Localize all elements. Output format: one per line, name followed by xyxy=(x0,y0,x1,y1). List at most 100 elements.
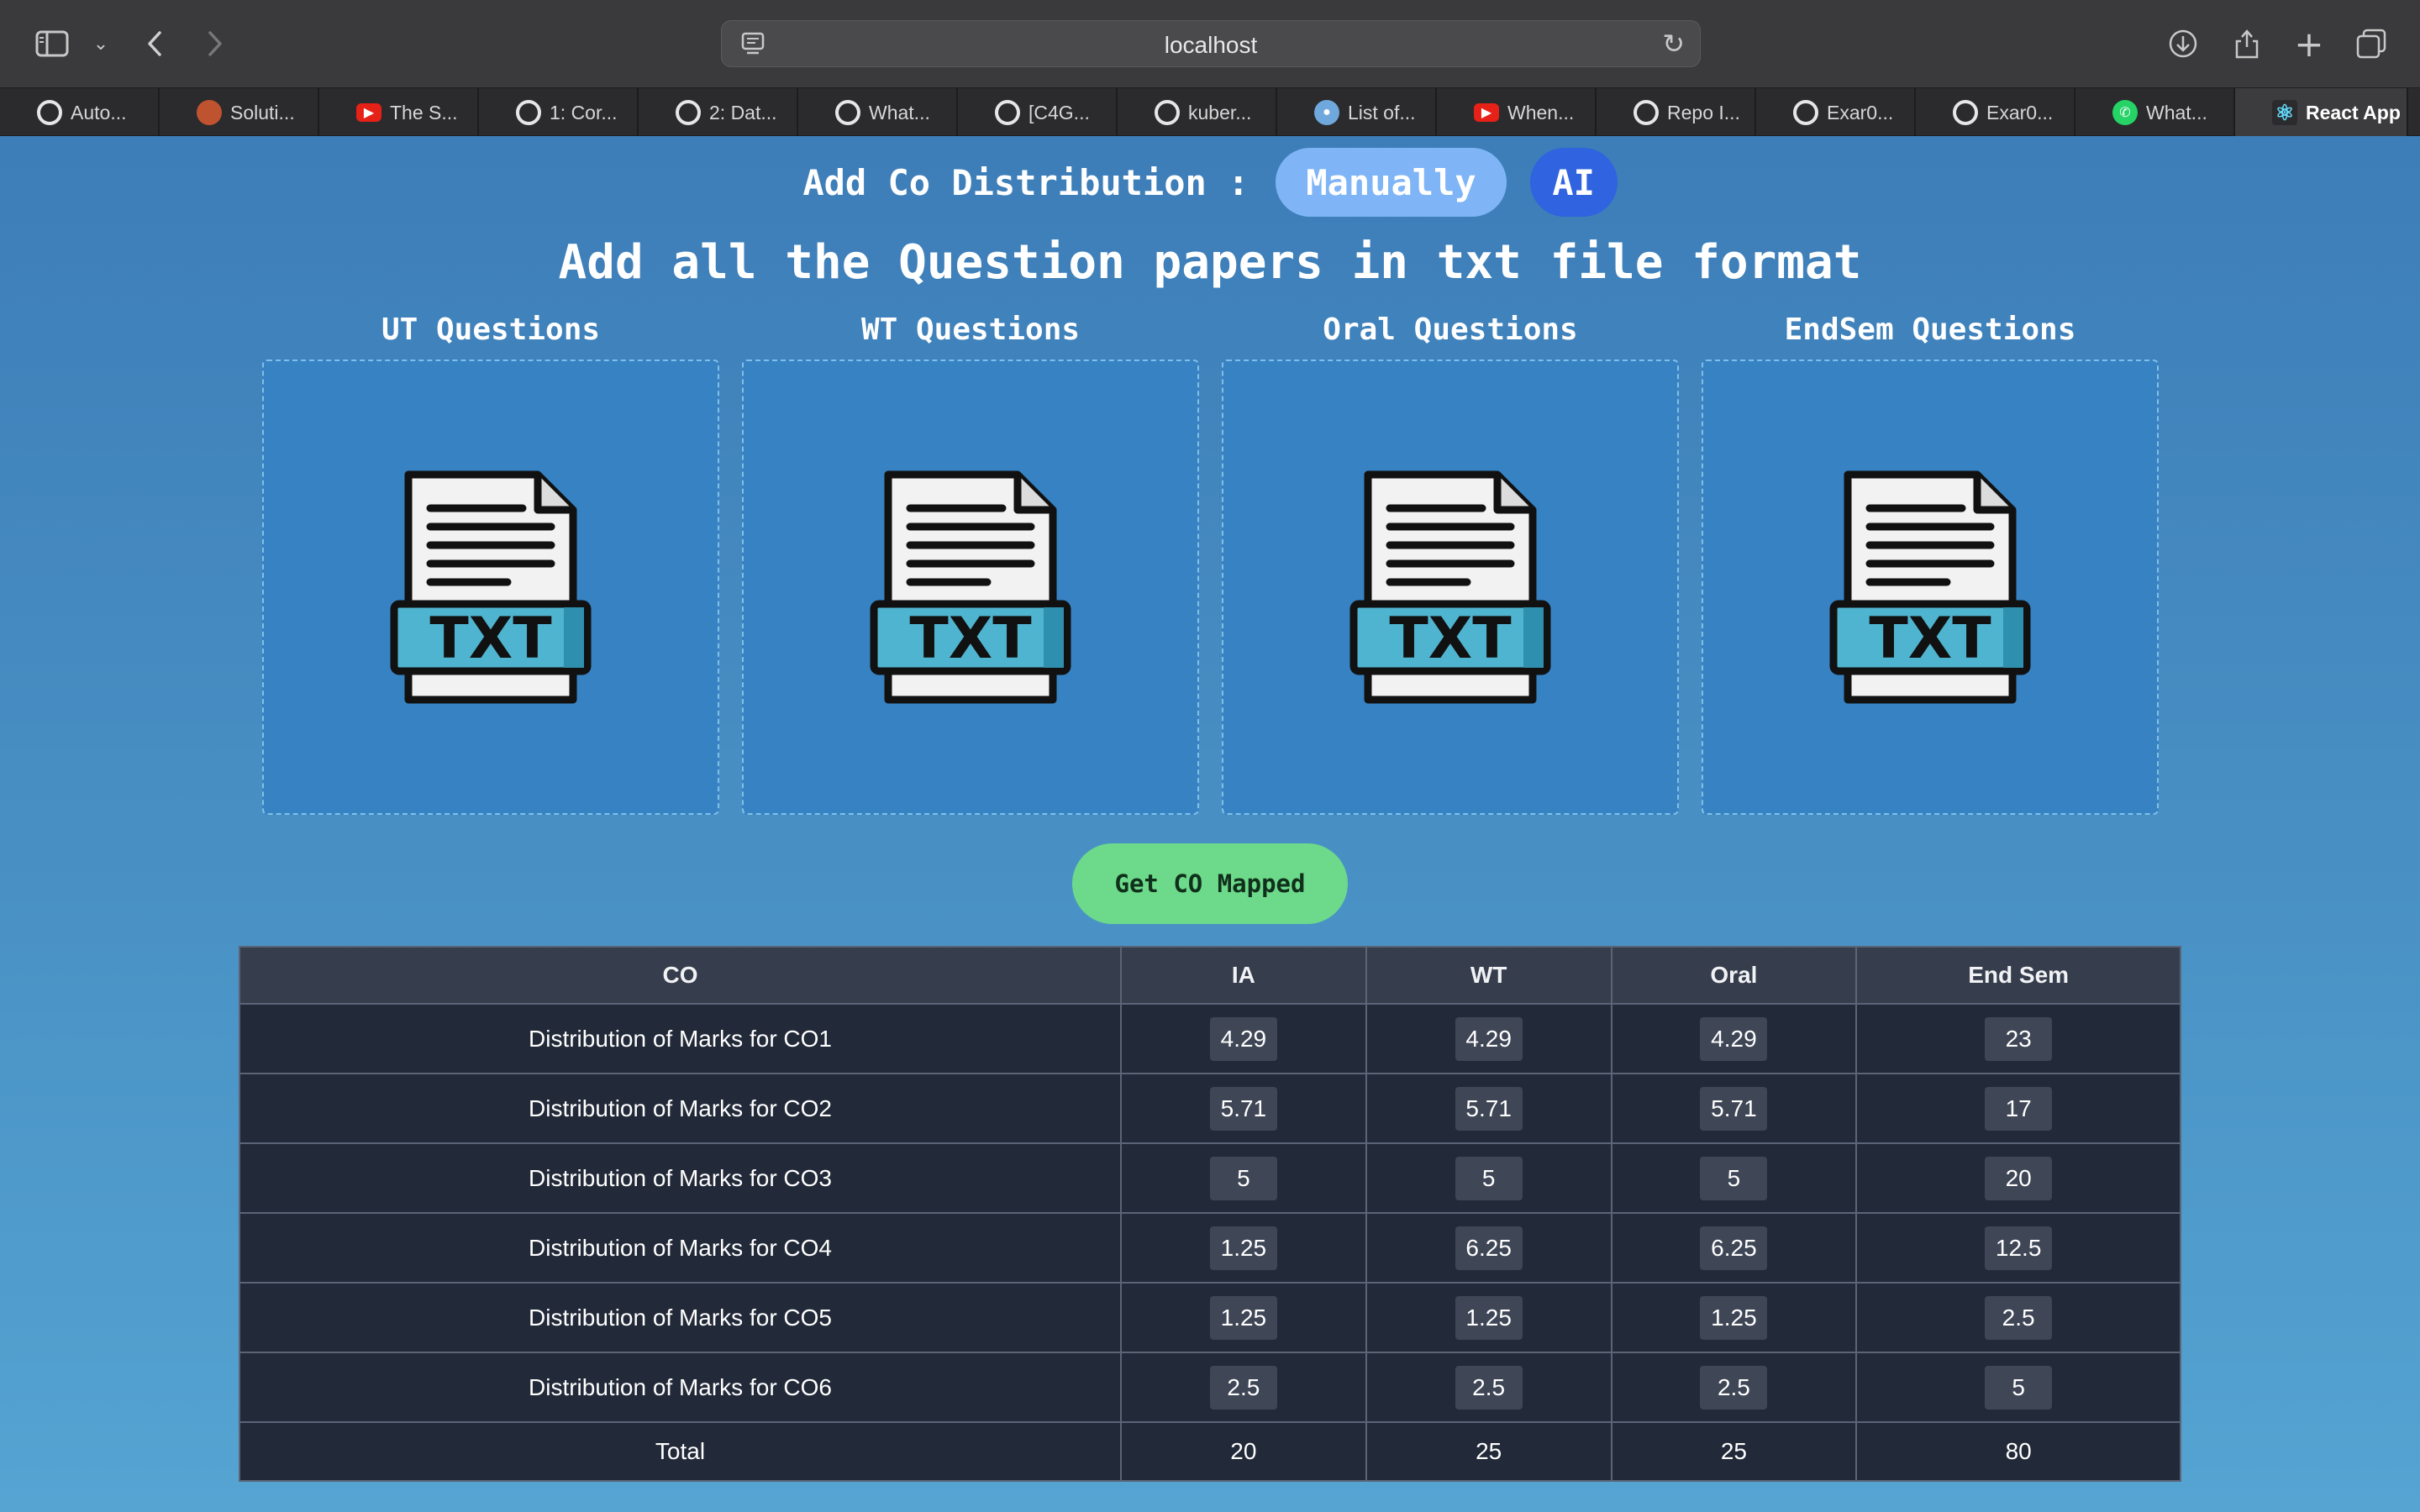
txt-file-icon: TXT xyxy=(1349,470,1551,704)
upload-title: Oral Questions xyxy=(1323,312,1578,347)
mark-value-input[interactable]: 5.71 xyxy=(1209,1086,1277,1131)
browser-tab[interactable]: Exar0... xyxy=(1756,88,1916,137)
github-icon xyxy=(1634,100,1659,125)
value-cell: 5 xyxy=(1855,1352,2181,1423)
github-icon xyxy=(1953,100,1978,125)
value-cell: 1.25 xyxy=(1365,1282,1612,1353)
tab-label: List of... xyxy=(1348,101,1416,123)
mark-value-input[interactable]: 20 xyxy=(1985,1156,2053,1200)
ai-button[interactable]: AI xyxy=(1529,148,1618,217)
chevron-down-icon[interactable]: ⌄ xyxy=(81,24,121,64)
forward-icon[interactable] xyxy=(195,24,235,64)
total-row: Total 20 25 25 80 xyxy=(239,1421,2181,1482)
tab-label: Auto... xyxy=(71,101,127,123)
mark-value-input[interactable]: 6.25 xyxy=(1455,1226,1523,1270)
total-value: 25 xyxy=(1610,1421,1858,1482)
table-row: Distribution of Marks for CO1 4.29 4.29 4.2… xyxy=(239,1003,2181,1074)
browser-tab[interactable]: What... xyxy=(798,88,958,137)
mark-value-input[interactable]: 5 xyxy=(1985,1365,2053,1410)
browser-tab[interactable]: Soluti... xyxy=(160,88,319,137)
value-cell: 17 xyxy=(1855,1073,2181,1144)
new-tab-icon[interactable]: + xyxy=(2289,24,2329,65)
mark-value-input[interactable]: 17 xyxy=(1985,1086,2053,1131)
tab-label: When... xyxy=(1507,101,1575,123)
page-title: Add all the Question papers in txt file … xyxy=(558,235,1862,290)
browser-tab[interactable]: ● List of... xyxy=(1277,88,1437,137)
wt-dropzone[interactable]: TXT xyxy=(742,360,1199,815)
value-cell: 2.5 xyxy=(1855,1282,2181,1353)
endsem-dropzone[interactable]: TXT xyxy=(1702,360,2159,815)
reload-icon[interactable]: ↻ xyxy=(1662,28,1685,60)
browser-tab[interactable]: 2: Dat... xyxy=(639,88,798,137)
tab-overview-icon[interactable] xyxy=(2351,24,2391,64)
get-co-mapped-button[interactable]: Get CO Mapped xyxy=(1072,843,1348,924)
table-header-row: CO IA WT Oral End Sem xyxy=(239,946,2181,1005)
browser-tab[interactable]: Exar0... xyxy=(1916,88,2075,137)
upload-oral: Oral Questions TXT xyxy=(1222,312,1679,815)
mark-value-input[interactable]: 2.5 xyxy=(1700,1365,1768,1410)
browser-tab[interactable]: Auto... xyxy=(0,88,160,137)
value-cell: 2.5 xyxy=(1365,1352,1612,1423)
sidebar-toggle-icon[interactable] xyxy=(32,24,72,64)
mark-value-input[interactable]: 1.25 xyxy=(1700,1295,1768,1340)
mark-value-input[interactable]: 23 xyxy=(1985,1016,2053,1061)
browser-tab[interactable]: Repo I... xyxy=(1597,88,1756,137)
mark-value-input[interactable]: 5 xyxy=(1700,1156,1768,1200)
browser-tab[interactable]: 1: Cor... xyxy=(479,88,639,137)
mark-value-input[interactable]: 5.71 xyxy=(1455,1086,1523,1131)
github-icon xyxy=(835,100,860,125)
table-row: Distribution of Marks for CO5 1.25 1.25 1.2… xyxy=(239,1282,2181,1353)
txt-file-icon: TXT xyxy=(390,470,592,704)
value-cell: 23 xyxy=(1855,1003,2181,1074)
txt-icon-label: TXT xyxy=(429,606,552,672)
mark-value-input[interactable]: 1.25 xyxy=(1209,1295,1277,1340)
mark-value-input[interactable]: 2.5 xyxy=(1455,1365,1523,1410)
table-row: Distribution of Marks for CO4 1.25 6.25 6.2… xyxy=(239,1212,2181,1284)
download-icon[interactable] xyxy=(2163,24,2203,64)
column-header: Oral xyxy=(1610,946,1858,1005)
browser-tab[interactable]: ▶ The S... xyxy=(319,88,479,137)
value-cell: 5 xyxy=(1365,1142,1612,1214)
mark-value-input[interactable]: 6.25 xyxy=(1700,1226,1768,1270)
mark-value-input[interactable]: 5.71 xyxy=(1700,1086,1768,1131)
browser-tab[interactable]: ⚛ React App xyxy=(2235,88,2408,137)
txt-icon-label: TXT xyxy=(1389,606,1512,672)
back-icon[interactable] xyxy=(134,24,175,64)
mark-value-input[interactable]: 2.5 xyxy=(1209,1365,1277,1410)
co-label-cell: Distribution of Marks for CO5 xyxy=(239,1282,1122,1353)
txt-file-icon: TXT xyxy=(1829,470,2031,704)
mode-label: Add Co Distribution : xyxy=(802,161,1249,203)
mark-value-input[interactable]: 4.29 xyxy=(1455,1016,1523,1061)
upload-title: EndSem Questions xyxy=(1784,312,2076,347)
mark-value-input[interactable]: 1.25 xyxy=(1209,1226,1277,1270)
browser-tab[interactable]: ✆ What... xyxy=(2075,88,2235,137)
upload-endsem: EndSem Questions TXT xyxy=(1702,312,2159,815)
browser-tab[interactable]: [C4G... xyxy=(958,88,1118,137)
browser-tab[interactable]: kuber... xyxy=(1118,88,1277,137)
mark-value-input[interactable]: 12.5 xyxy=(1985,1226,2053,1270)
value-cell: 4.29 xyxy=(1610,1003,1858,1074)
ut-dropzone[interactable]: TXT xyxy=(262,360,719,815)
mark-value-input[interactable]: 2.5 xyxy=(1985,1295,2053,1340)
youtube-icon: ▶ xyxy=(1474,103,1499,122)
tab-label: The S... xyxy=(390,101,458,123)
column-header: End Sem xyxy=(1855,946,2181,1005)
table-row: Distribution of Marks for CO2 5.71 5.71 5.7… xyxy=(239,1073,2181,1144)
mark-value-input[interactable]: 4.29 xyxy=(1209,1016,1277,1061)
co-distribution-mode: Add Co Distribution : Manually AI xyxy=(0,148,2420,217)
oral-dropzone[interactable]: TXT xyxy=(1222,360,1679,815)
app-icon xyxy=(197,100,222,125)
mark-value-input[interactable]: 5 xyxy=(1455,1156,1523,1200)
address-bar[interactable]: localhost ↻ xyxy=(721,20,1701,67)
browser-tab[interactable]: ▶ When... xyxy=(1437,88,1597,137)
mark-value-input[interactable]: 4.29 xyxy=(1700,1016,1768,1061)
manually-button[interactable]: Manually xyxy=(1276,148,1507,217)
co-label-cell: Distribution of Marks for CO4 xyxy=(239,1212,1122,1284)
github-icon xyxy=(516,100,541,125)
mark-value-input[interactable]: 1.25 xyxy=(1455,1295,1523,1340)
mark-value-input[interactable]: 5 xyxy=(1209,1156,1277,1200)
share-icon[interactable] xyxy=(2227,24,2267,64)
tab-label: Repo I... xyxy=(1667,101,1740,123)
upload-title: UT Questions xyxy=(381,312,601,347)
column-header: WT xyxy=(1365,946,1612,1005)
